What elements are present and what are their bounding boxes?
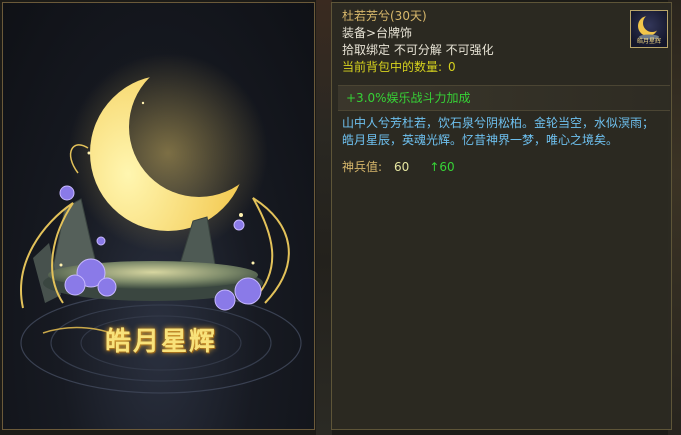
item-name: 杜若芳兮(30天) — [342, 9, 427, 23]
weapon-value-row: 神兵值: 60 ↑60 — [342, 159, 455, 175]
item-tooltip: 杜若芳兮(30天) 装备>台牌饰 拾取绑定 不可分解 不可强化 当前背包中的数量… — [331, 2, 672, 430]
bonus-text: +3.0%娱乐战斗力加成 — [346, 91, 471, 105]
bag-count-label: 当前背包中的数量: — [342, 60, 443, 74]
item-binding-info: 拾取绑定 不可分解 不可强化 — [342, 43, 494, 57]
icon-caption: 皓月星辉 — [636, 38, 661, 45]
bag-count-value: 0 — [448, 60, 456, 74]
item-preview-panel: 皓月星辉 — [2, 2, 315, 430]
crescent-moon-icon: 皓月星辉 — [630, 10, 668, 48]
preview-artwork — [3, 3, 314, 429]
item-category: 装备>台牌饰 — [342, 26, 413, 40]
item-description: 山中人兮芳杜若，饮石泉兮阴松柏。金轮当空，水似溟雨；皓月星辰，英魂光辉。忆昔神界… — [342, 116, 655, 147]
stat-increase: ↑60 — [429, 160, 455, 174]
stat-label: 神兵值: — [342, 160, 383, 174]
bag-count: 当前背包中的数量: 0 — [342, 59, 456, 75]
stat-value: 60 — [394, 160, 410, 174]
bonus-bar: +3.0%娱乐战斗力加成 — [338, 85, 670, 111]
artwork-title: 皓月星辉 — [104, 327, 217, 357]
crescent-moon — [3, 3, 314, 429]
background-strip — [316, 0, 332, 435]
